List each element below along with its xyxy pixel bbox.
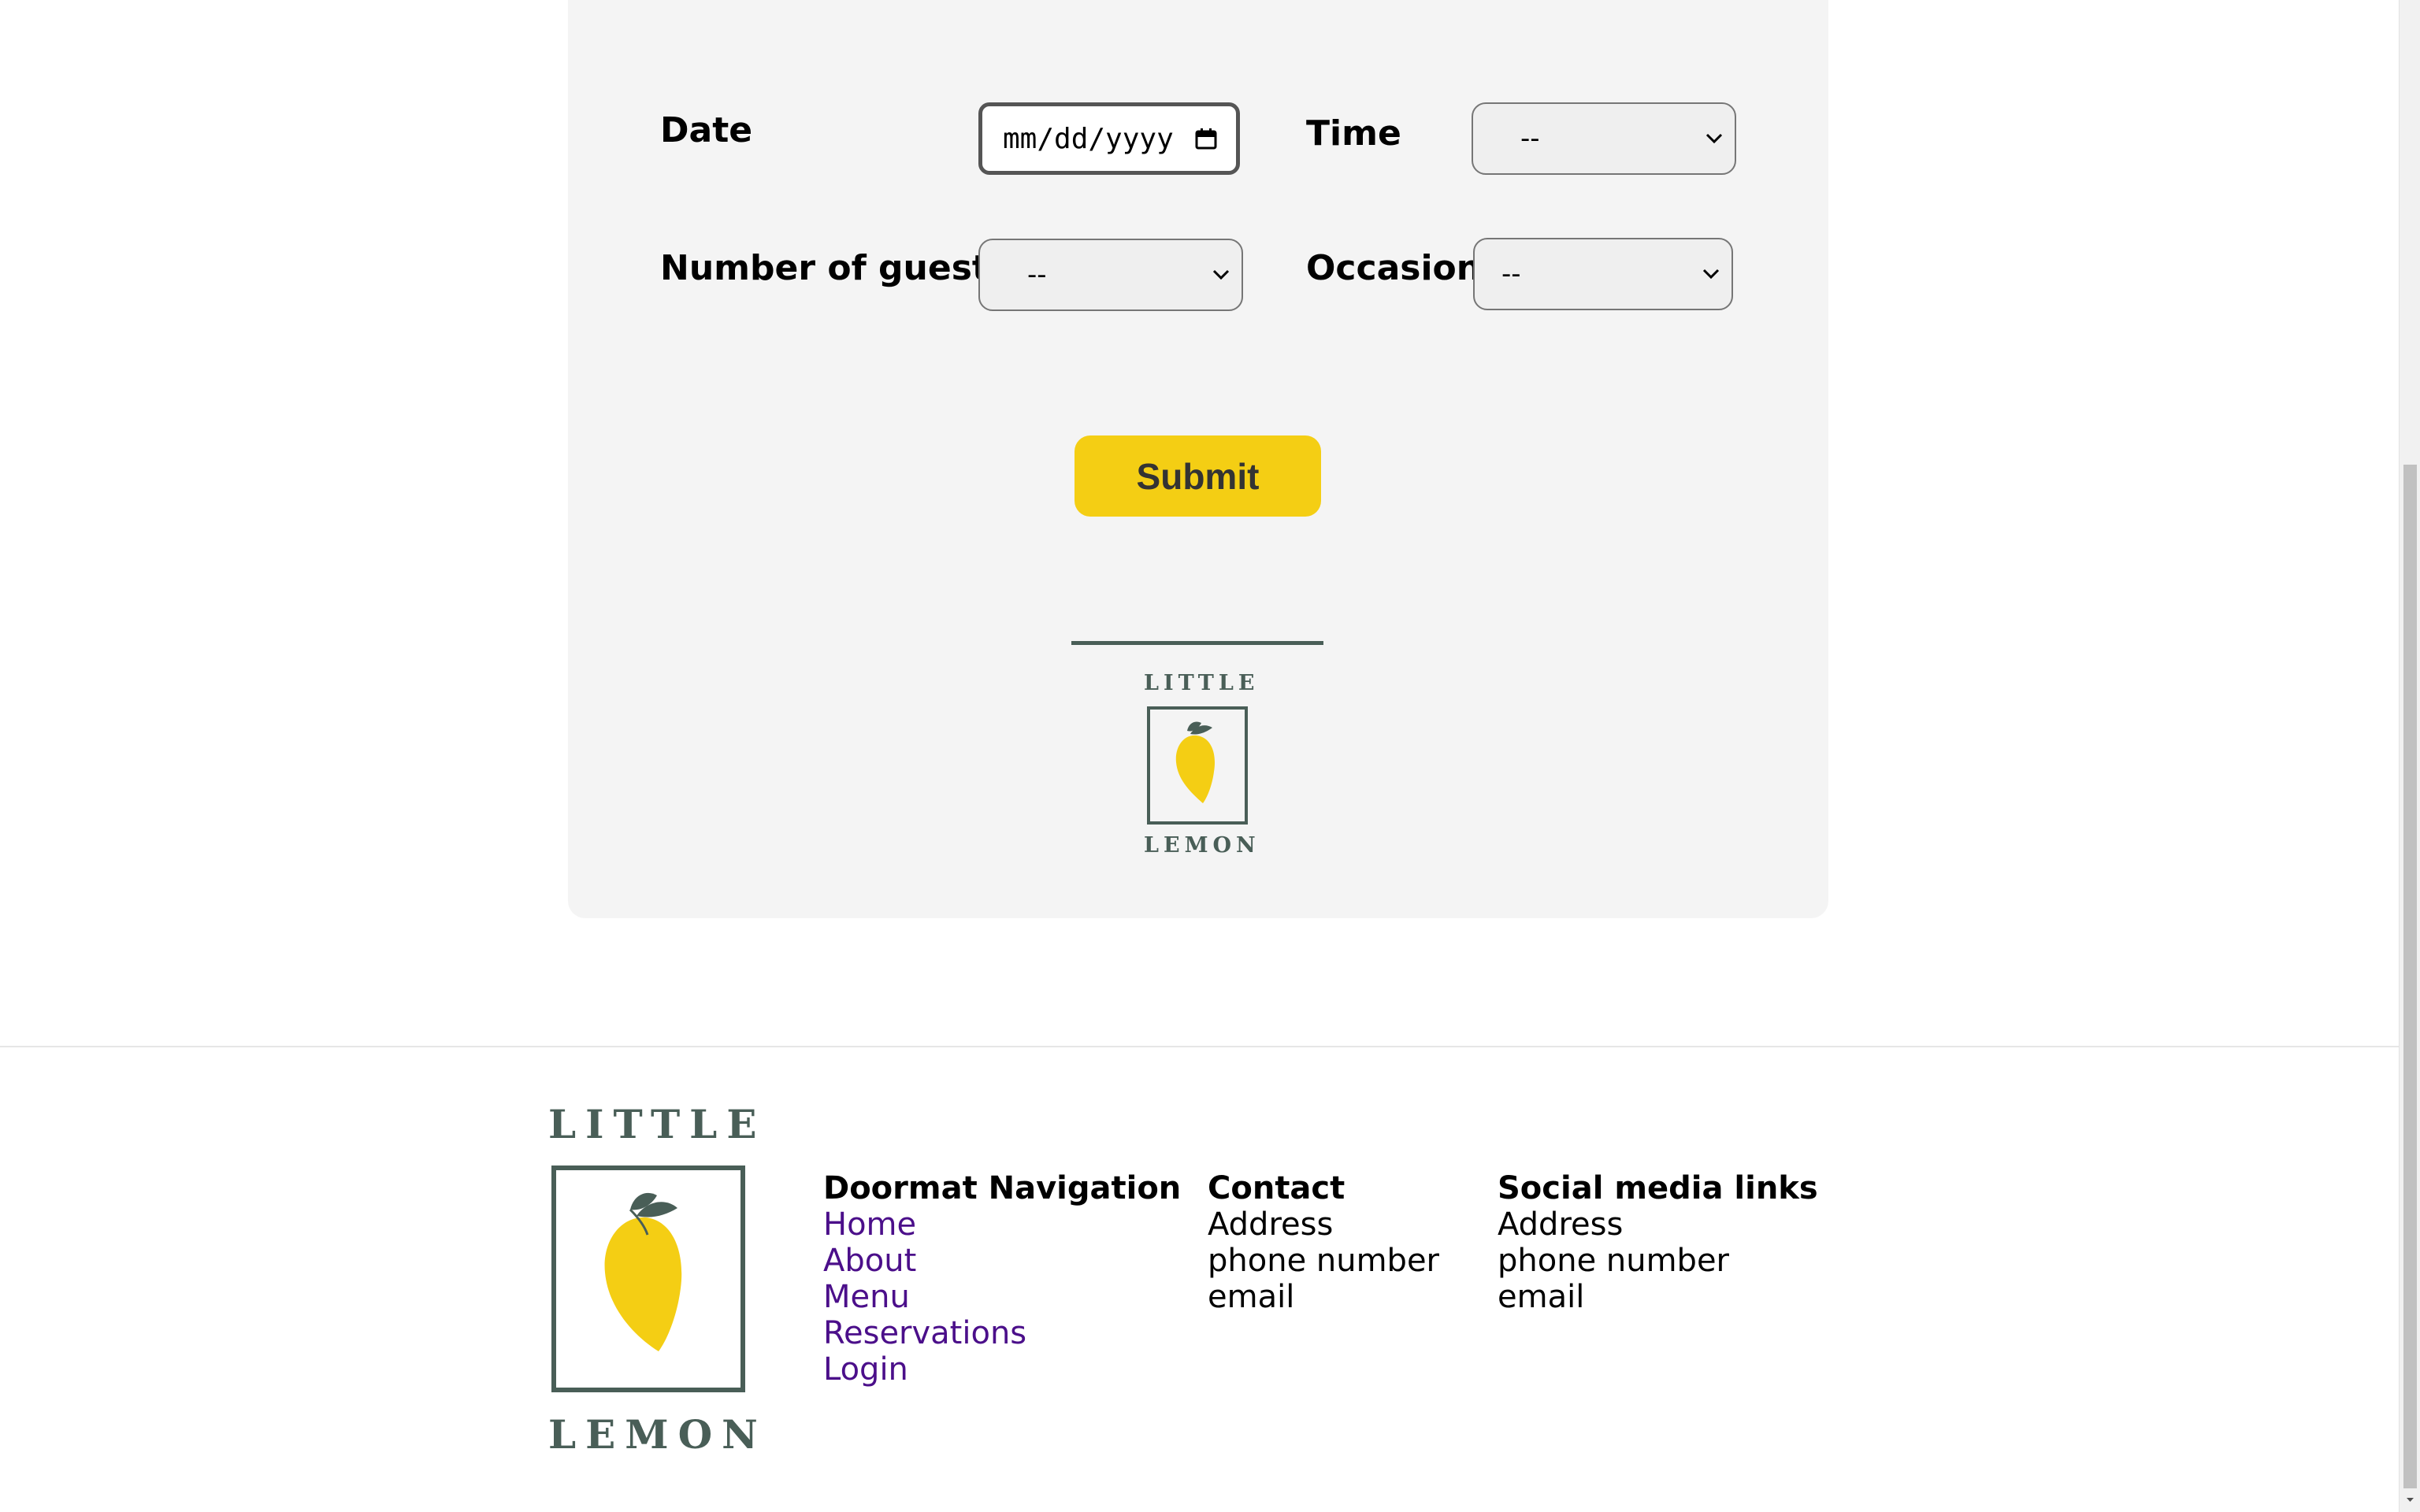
footer-link-about[interactable]: About: [823, 1243, 1181, 1279]
doormat-navigation-heading: Doormat Navigation: [823, 1170, 1182, 1206]
social-email: email: [1498, 1279, 1585, 1315]
social-media-section: Social media links Address phone number …: [1498, 1170, 1818, 1315]
contact-heading: Contact: [1208, 1170, 1345, 1206]
logo-bottom-word: LEMON: [1144, 833, 1260, 858]
scroll-down-arrow-icon[interactable]: [2403, 1493, 2417, 1506]
chevron-down-icon: [1702, 269, 1720, 280]
footer-logo-top-word: LITTLE: [548, 1101, 766, 1147]
lemon-logo-icon: [1147, 706, 1248, 825]
contact-phone: phone number: [1208, 1243, 1440, 1279]
guests-label: Number of guests: [660, 248, 1010, 288]
date-placeholder: mm/dd/yyyy: [1003, 122, 1174, 155]
contact-section: Contact Address phone number email: [1208, 1170, 1439, 1315]
time-label: Time: [1306, 113, 1401, 154]
time-select-value: --: [1520, 123, 1540, 154]
date-label: Date: [660, 110, 753, 150]
occasion-select[interactable]: --: [1473, 238, 1733, 310]
footer-link-login[interactable]: Login: [823, 1351, 1181, 1388]
chevron-down-icon: [1212, 269, 1230, 280]
date-input[interactable]: mm/dd/yyyy: [978, 102, 1240, 175]
divider: [1071, 641, 1323, 645]
social-phone: phone number: [1498, 1243, 1730, 1279]
social-media-heading: Social media links: [1498, 1170, 1818, 1206]
footer-link-reservations[interactable]: Reservations: [823, 1315, 1181, 1351]
occasion-label: Occasion: [1306, 248, 1482, 288]
footer-link-menu[interactable]: Menu: [823, 1279, 1181, 1315]
chevron-down-icon: [1706, 133, 1723, 144]
guests-select-value: --: [1027, 259, 1047, 291]
logo-top-word: LITTLE: [1144, 671, 1260, 695]
footer-divider: [0, 1046, 2399, 1047]
social-address: Address: [1498, 1206, 1624, 1243]
doormat-navigation: Doormat Navigation Home About Menu Reser…: [823, 1170, 1181, 1388]
page: Date mm/dd/yyyy Time -- Number of guests…: [0, 0, 2420, 1512]
scrollbar-thumb[interactable]: [2403, 465, 2417, 1488]
lemon-logo-icon: [551, 1166, 745, 1392]
contact-address: Address: [1208, 1206, 1334, 1243]
time-select[interactable]: --: [1472, 102, 1736, 175]
submit-button[interactable]: Submit: [1075, 435, 1321, 517]
calendar-icon[interactable]: [1195, 128, 1217, 150]
contact-email: email: [1208, 1279, 1295, 1315]
page-scrollbar[interactable]: [2399, 0, 2420, 1512]
footer-link-home[interactable]: Home: [823, 1206, 1181, 1243]
footer-logo-bottom-word: LEMON: [548, 1411, 767, 1458]
guests-select[interactable]: --: [978, 239, 1243, 311]
occasion-select-value: --: [1501, 258, 1521, 290]
